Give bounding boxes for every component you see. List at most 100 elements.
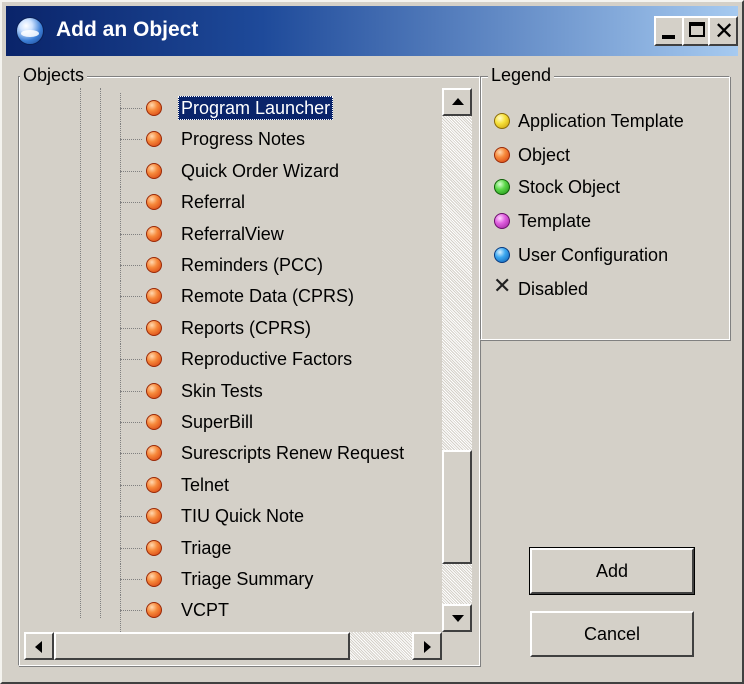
tree-connector-line (120, 359, 142, 361)
tree-item[interactable]: Reports (CPRS) (24, 312, 444, 344)
tree-item-label: Surescripts Renew Request (181, 443, 405, 464)
x-icon: ✕ (493, 274, 512, 299)
horizontal-scroll-thumb[interactable] (54, 632, 350, 660)
legend-label: Disabled (518, 279, 589, 299)
tree-item-label: Progress Notes (181, 129, 306, 150)
orange-orb-icon (146, 414, 162, 430)
orange-orb-icon (146, 539, 162, 556)
app-globe-icon (16, 17, 44, 45)
legend-item-user-configuration: User Configuration (494, 240, 730, 270)
tree-connector-line (120, 610, 142, 612)
tree-item-label: Reminders (PCC) (181, 255, 324, 275)
orange-orb-icon (146, 319, 162, 336)
legend-label: User Configuration (518, 245, 669, 265)
tree-item-label: Reproductive Factors (181, 349, 353, 370)
add-button[interactable]: Add (529, 547, 695, 595)
tree-item-label: Skin Tests (181, 380, 263, 401)
tree-item[interactable]: VCPT (24, 595, 444, 627)
tree-item[interactable]: TIU Quick Note (24, 501, 444, 533)
yellow-orb-icon (494, 113, 510, 129)
tree-item[interactable]: Quick Order Wizard (24, 155, 444, 187)
left-arrow-icon (35, 641, 42, 653)
orange-orb-icon (146, 288, 162, 305)
tree-connector-line (120, 202, 142, 204)
tree-item-label: Remote Data (CPRS) (181, 286, 355, 307)
tree-item[interactable]: Reminders (PCC) (24, 250, 444, 281)
orange-orb-icon (494, 147, 510, 163)
tree-connector-line (120, 296, 142, 298)
blue-orb-icon (494, 247, 510, 263)
tree-item-label: Referral (181, 192, 246, 213)
vertical-scrollbar[interactable] (442, 88, 472, 632)
orange-orb-icon (146, 508, 162, 525)
horizontal-scrollbar[interactable] (24, 632, 442, 660)
legend-item-disabled: ✕ Disabled (493, 274, 730, 304)
objects-tree[interactable]: Program Launcher Progress Notes Quick Orde… (24, 88, 474, 656)
tree-connector-line (120, 139, 142, 141)
scroll-left-button[interactable] (24, 632, 54, 660)
tree-item[interactable]: Progress Notes (24, 124, 444, 156)
legend-label: Stock Object (518, 177, 621, 197)
scroll-down-button[interactable] (442, 604, 472, 632)
tree-item-label: ReferralView (181, 223, 284, 244)
tree-item[interactable]: ReferralView (24, 218, 444, 250)
close-icon: ✕ (714, 17, 735, 45)
tree-item[interactable]: Reproductive Factors (24, 344, 444, 376)
tree-item[interactable]: SuperBill (24, 407, 444, 438)
down-arrow-icon (452, 615, 464, 622)
orange-orb-icon (146, 351, 162, 368)
tree-item[interactable]: Skin Tests (24, 375, 444, 407)
tree-item[interactable]: Referral (24, 187, 444, 219)
up-arrow-icon (452, 98, 464, 105)
tree-connector-line (120, 170, 142, 172)
legend-item-object: Object (494, 140, 730, 170)
right-arrow-icon (424, 641, 431, 653)
cancel-button[interactable]: Cancel (530, 611, 694, 657)
legend-group-label: Legend (488, 65, 555, 85)
legend-item-application-template: Application Template (494, 106, 730, 136)
orange-orb-icon (146, 225, 162, 242)
tree-connector-line (120, 484, 142, 486)
orange-orb-icon (146, 476, 162, 493)
tree-item-label: Reports (CPRS) (181, 317, 312, 338)
tree-item-label: Triage (181, 537, 232, 558)
tree-connector-line (120, 108, 142, 109)
tree-connector-line (120, 516, 142, 518)
minimize-icon (662, 35, 675, 39)
tree-item[interactable]: Telnet (24, 469, 444, 501)
orange-orb-icon (146, 131, 162, 148)
orange-orb-icon (146, 571, 162, 587)
tree-connector-line (120, 547, 142, 549)
legend-item-template: Template (494, 206, 730, 236)
orange-orb-icon (146, 445, 162, 462)
tree-item[interactable]: Triage Summary (24, 564, 444, 595)
scrollbar-corner (442, 632, 472, 660)
close-button[interactable]: ✕ (708, 16, 738, 46)
tree-item[interactable]: Surescripts Renew Request (24, 438, 444, 470)
tree-item-label: Quick Order Wizard (181, 160, 340, 181)
tree-item[interactable]: Triage (24, 532, 444, 564)
scroll-up-button[interactable] (442, 88, 472, 116)
orange-orb-icon (146, 382, 162, 399)
tree-item-label: TIU Quick Note (181, 506, 305, 527)
tree-item-label: Program Launcher (178, 96, 334, 120)
legend-label: Object (518, 145, 571, 165)
window-title: Add an Object (56, 18, 199, 41)
tree-connector-line (120, 422, 142, 423)
tree-connector-line (120, 579, 142, 580)
orange-orb-icon (146, 602, 162, 619)
tree-item[interactable]: Remote Data (CPRS) (24, 281, 444, 313)
tree-connector-line (120, 265, 142, 266)
minimize-button[interactable] (654, 16, 684, 46)
title-bar[interactable]: Add an Object ✕ (6, 6, 738, 56)
legend-label: Template (518, 211, 592, 231)
tree-connector-line (120, 233, 142, 235)
tree-connector-line (120, 390, 142, 392)
tree-item[interactable]: Program Launcher (24, 93, 444, 124)
tree-connector-line (120, 453, 142, 455)
green-orb-icon (494, 179, 510, 195)
orange-orb-icon (146, 257, 162, 273)
scroll-right-button[interactable] (412, 632, 442, 660)
tree-item-label: VCPT (181, 600, 230, 621)
vertical-scroll-thumb[interactable] (442, 450, 472, 564)
